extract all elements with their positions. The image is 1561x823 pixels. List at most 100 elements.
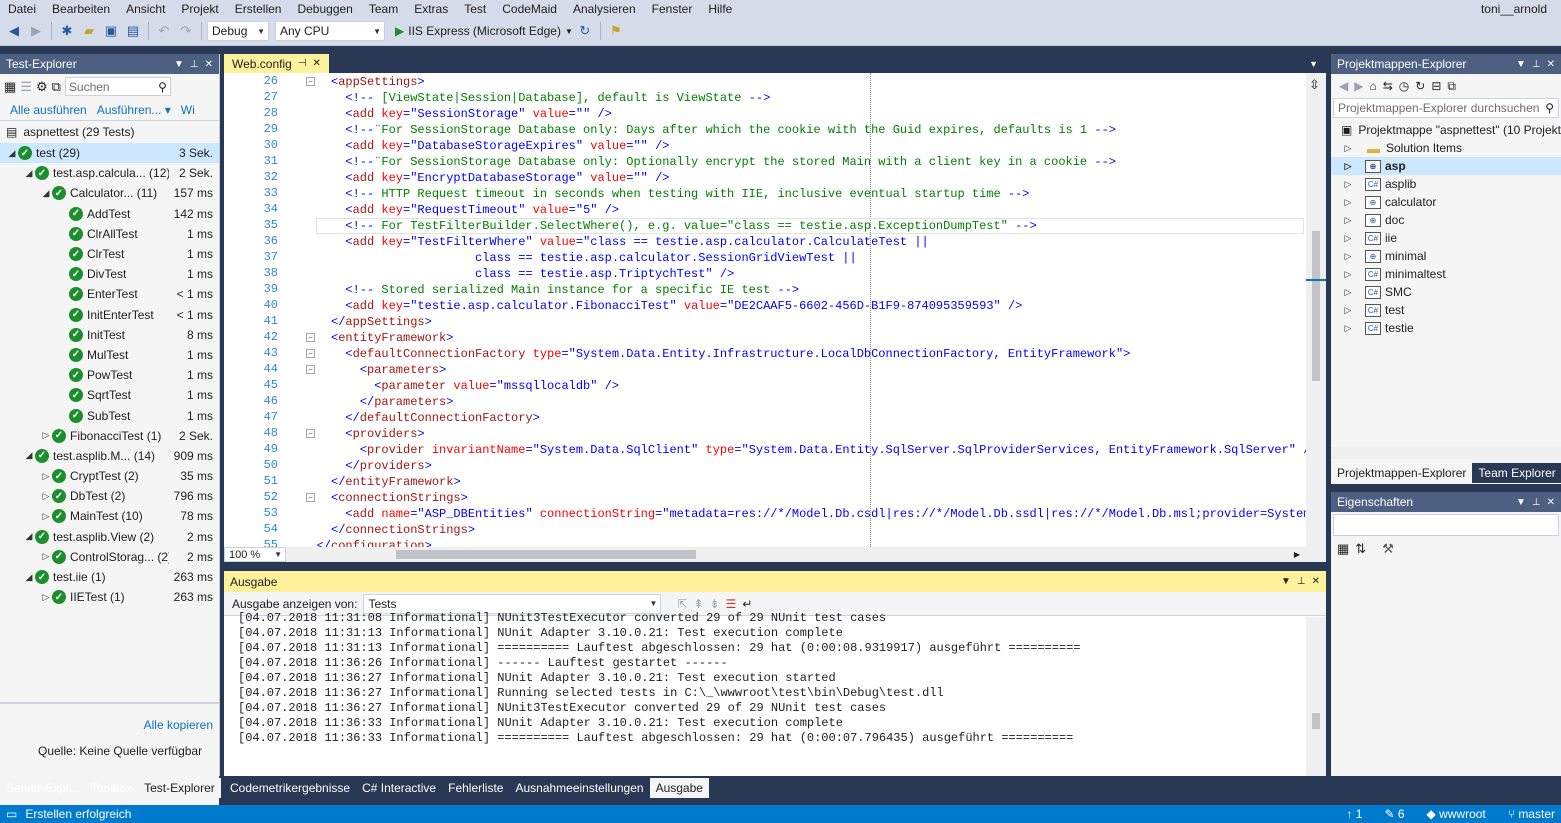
scroll-thumb[interactable] [1312, 231, 1320, 381]
project-item[interactable]: ▷ ⊕ doc [1331, 211, 1561, 229]
expander-icon[interactable]: ▷ [40, 471, 52, 482]
test-tree-row[interactable]: ✓ EnterTest < 1 ms [0, 284, 219, 304]
expander-icon[interactable]: ◢ [23, 572, 35, 583]
expander-icon[interactable]: ▷ [40, 592, 52, 603]
forward-icon[interactable]: ▶ [1354, 79, 1363, 93]
menu-item[interactable]: Bearbeiten [44, 2, 118, 16]
code-line[interactable]: <add key="EncryptDatabaseStorage" value=… [345, 170, 1326, 186]
code-line[interactable]: class == testie.asp.TriptychTest" /> [345, 266, 1326, 282]
collapse-all-icon[interactable]: ⊟ [1431, 79, 1441, 93]
close-icon[interactable]: ✕ [205, 59, 213, 70]
expander-icon[interactable]: ▷ [40, 430, 52, 441]
editor-vertical-scrollbar[interactable]: ⇳ [1306, 73, 1326, 547]
tab-bottom-1[interactable]: C# Interactive [356, 778, 442, 798]
run-button[interactable]: ▶ IIS Express (Microsoft Edge) ▼ [395, 24, 573, 38]
expander-icon[interactable]: ▷ [1341, 269, 1355, 280]
expander-icon[interactable]: ▷ [1341, 215, 1355, 226]
expander-icon[interactable]: ▷ [1341, 179, 1355, 190]
project-item[interactable]: ▷ ⊕ asp [1331, 157, 1561, 175]
menu-item[interactable]: Team [361, 2, 406, 16]
chevron-down-icon[interactable]: ▼ [1516, 59, 1526, 70]
back-icon[interactable]: ◀ [4, 21, 24, 41]
word-wrap-icon[interactable]: ↵ [742, 597, 752, 611]
history-icon[interactable]: ◷ [1399, 79, 1409, 93]
open-folder-icon[interactable]: ▰ [79, 21, 99, 41]
pin-icon[interactable]: ⊥ [190, 59, 199, 70]
output-vertical-scrollbar[interactable] [1306, 617, 1326, 776]
pin-icon[interactable]: ⊥ [1297, 576, 1306, 587]
test-tree-row[interactable]: ◢ ✓ test (29) 3 Sek. [0, 143, 219, 164]
close-icon[interactable]: ✕ [313, 58, 321, 69]
save-icon[interactable]: ▣ [101, 21, 121, 41]
horizontal-scrollbar[interactable] [1331, 447, 1561, 459]
project-item[interactable]: ▷ C# SMC [1331, 283, 1561, 301]
menu-item[interactable]: Fenster [644, 2, 701, 16]
code-line[interactable]: <parameters> [360, 362, 1326, 378]
fold-toggle-icon[interactable]: − [306, 365, 315, 374]
refresh-icon[interactable]: ↻ [575, 21, 595, 41]
menu-item[interactable]: Debuggen [289, 2, 360, 16]
home-icon[interactable]: ⌂ [1369, 79, 1376, 93]
test-tree-row[interactable]: ✓ InitEnterTest < 1 ms [0, 305, 219, 325]
configuration-select[interactable]: Debug ▼ [207, 21, 269, 41]
tab-left-2[interactable]: Test-Explorer [138, 778, 221, 798]
expander-icon[interactable]: ◢ [23, 450, 35, 461]
code-line[interactable]: </connectionStrings> [331, 522, 1326, 538]
test-tree-row[interactable]: ✓ SubTest 1 ms [0, 405, 219, 425]
new-project-icon[interactable]: ✱ [57, 21, 77, 41]
solution-search-input[interactable]: Projektmappen-Explorer durchsuchen ⚲ [1333, 98, 1559, 118]
close-icon[interactable]: ✕ [1547, 59, 1555, 70]
tab-left-1[interactable]: Toolbox [85, 778, 138, 798]
sync-icon[interactable]: ⇆ [1383, 79, 1393, 93]
code-line[interactable]: <add key="RequestTimeout" value="5" /> [345, 202, 1326, 218]
tab-se-1[interactable]: Team Explorer [1472, 463, 1561, 483]
repository[interactable]: ◆ wwwroot [1427, 807, 1486, 821]
scroll-right-icon[interactable]: ▶ [1294, 550, 1300, 559]
project-item[interactable]: ▷ C# testie [1331, 319, 1561, 337]
expander-icon[interactable]: ▷ [40, 551, 52, 562]
project-item[interactable]: ▷ C# iie [1331, 229, 1561, 247]
save-all-icon[interactable]: ▤ [123, 21, 143, 41]
playlist-icon[interactable]: ☰ [20, 79, 32, 95]
tab-left-0[interactable]: Server-Expl... [0, 778, 85, 798]
test-tree-row[interactable]: ✓ ClrTest 1 ms [0, 244, 219, 264]
code-line[interactable]: <!-- [ViewState|Session|Database], defau… [345, 90, 1326, 106]
redo-icon[interactable]: ↷ [176, 21, 196, 41]
expander-icon[interactable]: ▷ [1341, 251, 1355, 262]
test-tree-row[interactable]: ◢ ✓ test.asplib.View (2) 2 ms [0, 527, 219, 547]
project-item[interactable]: ▷ ⊕ minimal [1331, 247, 1561, 265]
test-tree-row[interactable]: ◢ ✓ test.iie (1) 263 ms [0, 567, 219, 587]
code-line[interactable]: </parameters> [360, 394, 1326, 410]
pin-icon[interactable]: ⊥ [1532, 497, 1541, 508]
code-line[interactable]: <providers> [345, 426, 1326, 442]
project-item[interactable]: ▷ C# asplib [1331, 175, 1561, 193]
chevron-down-icon[interactable]: ▼ [1281, 576, 1291, 587]
code-line[interactable]: <!-- HTTP Request timeout in seconds whe… [345, 186, 1326, 202]
expander-icon[interactable]: ▷ [1341, 305, 1355, 316]
object-select[interactable] [1333, 514, 1559, 536]
code-line[interactable]: <appSettings> [331, 74, 1326, 90]
horizontal-scroll-thumb[interactable] [396, 550, 696, 559]
test-search-input[interactable]: Suchen ⚲ [64, 77, 171, 96]
pending-changes[interactable]: ✎ 6 [1384, 807, 1404, 821]
chevron-down-icon[interactable]: ▼ [174, 59, 184, 70]
code-line[interactable]: <add key="TestFilterWhere" value="class … [345, 234, 1326, 250]
project-item[interactable]: ▷ C# minimaltest [1331, 265, 1561, 283]
solution-root[interactable]: ▣ Projektmappe "aspnettest" (10 Projekte… [1331, 121, 1561, 139]
expander-icon[interactable]: ▷ [40, 511, 52, 522]
platform-select[interactable]: Any CPU ▼ [275, 21, 385, 41]
expander-icon[interactable]: ▷ [1341, 197, 1355, 208]
expander-icon[interactable]: ▷ [1341, 323, 1355, 334]
run-all-link[interactable]: Alle ausführen [10, 103, 87, 117]
close-icon[interactable]: ✕ [1312, 576, 1320, 587]
undo-icon[interactable]: ↶ [154, 21, 174, 41]
test-tree-row[interactable]: ▷ ✓ DbTest (2) 796 ms [0, 486, 219, 506]
project-item[interactable]: ▷ C# test [1331, 301, 1561, 319]
split-icon[interactable]: ⇳ [1309, 77, 1320, 93]
code-line[interactable]: <!-- For TestFilterBuilder.SelectWhere()… [345, 218, 1326, 234]
tab-bottom-2[interactable]: Fehlerliste [442, 778, 509, 798]
menu-item[interactable]: Datei [0, 2, 44, 16]
code-line[interactable]: class == testie.asp.calculator.SessionGr… [345, 250, 1326, 266]
browser-link-icon[interactable]: ⚑ [606, 21, 626, 41]
menu-item[interactable]: Hilfe [700, 2, 740, 16]
